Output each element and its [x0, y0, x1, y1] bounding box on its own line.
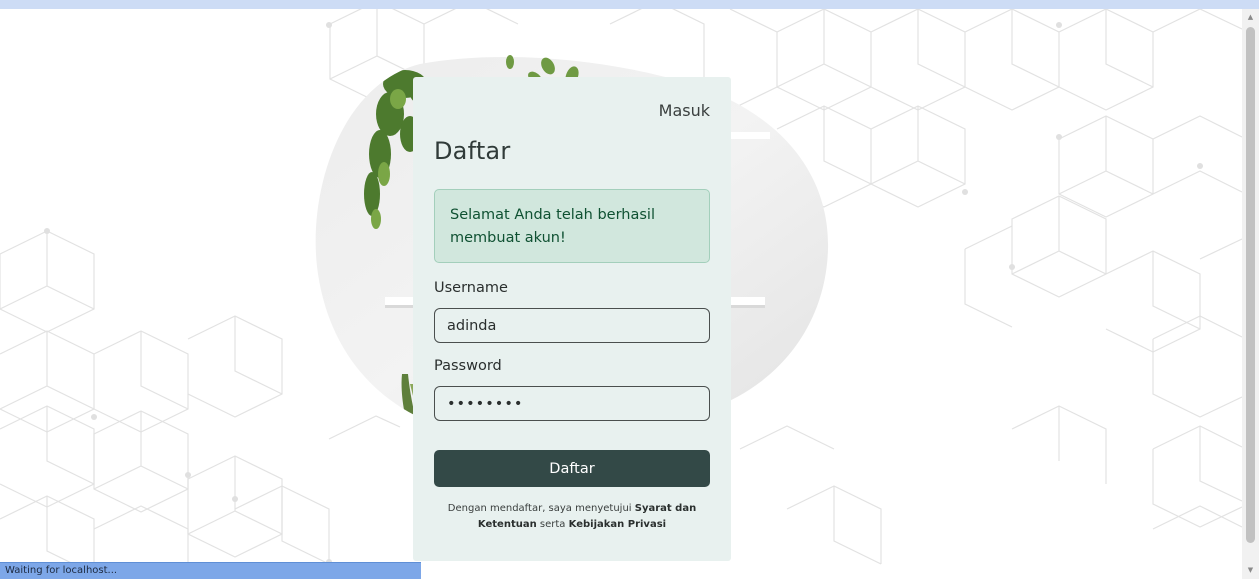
scroll-up-arrow-icon[interactable]: ▲: [1242, 9, 1259, 26]
register-card: Masuk Daftar Selamat Anda telah berhasil…: [413, 77, 731, 561]
privacy-link[interactable]: Kebijakan Privasi: [569, 519, 666, 530]
password-input[interactable]: [434, 386, 710, 421]
terms-middle: serta: [536, 519, 569, 530]
scrollbar-thumb[interactable]: [1246, 27, 1255, 543]
scroll-down-arrow-icon[interactable]: ▼: [1242, 562, 1259, 579]
page-viewport: Masuk Daftar Selamat Anda telah berhasil…: [0, 9, 1242, 579]
login-link[interactable]: Masuk: [659, 101, 710, 120]
vertical-scrollbar[interactable]: ▲ ▼: [1242, 9, 1259, 579]
browser-status-bar: Waiting for localhost...: [0, 562, 421, 579]
username-input[interactable]: [434, 308, 710, 343]
terms-prefix: Dengan mendaftar, saya menyetujui: [447, 503, 635, 514]
username-label: Username: [434, 280, 508, 296]
browser-top-strip: [0, 0, 1259, 9]
terms-text: Dengan mendaftar, saya menyetujui Syarat…: [434, 501, 710, 533]
success-alert: Selamat Anda telah berhasil membuat akun…: [434, 189, 710, 263]
register-title: Daftar: [434, 137, 511, 165]
register-button[interactable]: Daftar: [434, 450, 710, 487]
password-label: Password: [434, 358, 502, 374]
